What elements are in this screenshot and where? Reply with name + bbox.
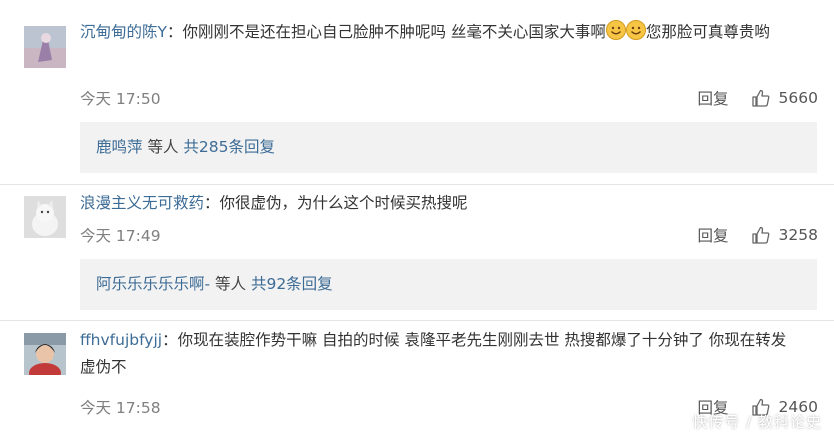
timestamp: 今天 17:50 (80, 90, 161, 108)
avatar-image (24, 26, 66, 68)
watermark: 快传号 / 教科论史 (692, 413, 822, 431)
reply-preview-bar[interactable]: 鹿鸣萍 等人 共285条回复 (80, 122, 817, 173)
avatar[interactable] (24, 333, 66, 375)
avatar[interactable] (24, 196, 66, 238)
timestamp: 今天 17:58 (80, 399, 161, 417)
comment-body-cont: 您那脸可真尊贵哟 (645, 23, 770, 41)
reply-total-link[interactable]: 共92条回复 (251, 275, 333, 293)
divider (0, 320, 834, 321)
comment-body: 你很虚伪，为什么这个时候买热搜呢 (219, 194, 468, 212)
like-count: 5660 (778, 89, 818, 107)
reply-button[interactable]: 回复 (698, 224, 729, 246)
avatar[interactable] (24, 26, 66, 68)
comment-actions: 回复 3258 (698, 224, 818, 246)
reply-preview-bar[interactable]: 阿乐乐乐乐乐啊- 等人 共92条回复 (80, 259, 817, 310)
comment-text: 浪漫主义无可救药：你很虚伪，为什么这个时候买热搜呢 (80, 190, 820, 217)
like-count: 3258 (778, 226, 818, 244)
reply-user-link[interactable]: 鹿鸣萍 (96, 138, 143, 156)
reply-user-link[interactable]: 阿乐乐乐乐乐啊- (96, 275, 210, 293)
like-button[interactable]: 5660 (751, 88, 818, 108)
comment-text: 沉甸甸的陈Y：你刚刚不是还在担心自己脸肿不肿呢吗 丝毫不关心国家大事啊 您那脸可真… (80, 19, 820, 46)
timestamp: 今天 17:49 (80, 227, 161, 245)
reply-middle-text: 等人 (210, 275, 251, 293)
separator: ： (166, 23, 183, 41)
thumbs-up-icon (751, 89, 769, 107)
username-link[interactable]: 浪漫主义无可救药 (80, 194, 204, 212)
username-link[interactable]: ffhvfujbfyjj (80, 331, 162, 349)
avatar-image (24, 333, 66, 375)
smiley-icon (605, 20, 626, 40)
comment-text: ffhvfujbfyjj：你现在装腔作势干嘛 自拍的时候 袁隆平老先生刚刚去世 … (80, 327, 800, 381)
comment-body: 你刚刚不是还在担心自己脸肿不肿呢吗 丝毫不关心国家大事啊 (182, 23, 606, 41)
separator: ： (204, 194, 220, 212)
reply-button[interactable]: 回复 (698, 87, 729, 109)
avatar-image (24, 196, 66, 238)
separator: ： (162, 331, 178, 349)
comment-actions: 回复 5660 (698, 87, 818, 109)
username-link[interactable]: 沉甸甸的陈Y (80, 23, 167, 41)
like-button[interactable]: 3258 (751, 225, 818, 245)
thumbs-up-icon (751, 226, 769, 244)
reply-total-link[interactable]: 共285条回复 (183, 138, 275, 156)
smiley-icon (625, 20, 646, 40)
reply-middle-text: 等人 (142, 138, 184, 156)
comment-body: 你现在装腔作势干嘛 自拍的时候 袁隆平老先生刚刚去世 热搜都爆了十分钟了 你现在… (80, 331, 787, 376)
divider (0, 184, 834, 185)
